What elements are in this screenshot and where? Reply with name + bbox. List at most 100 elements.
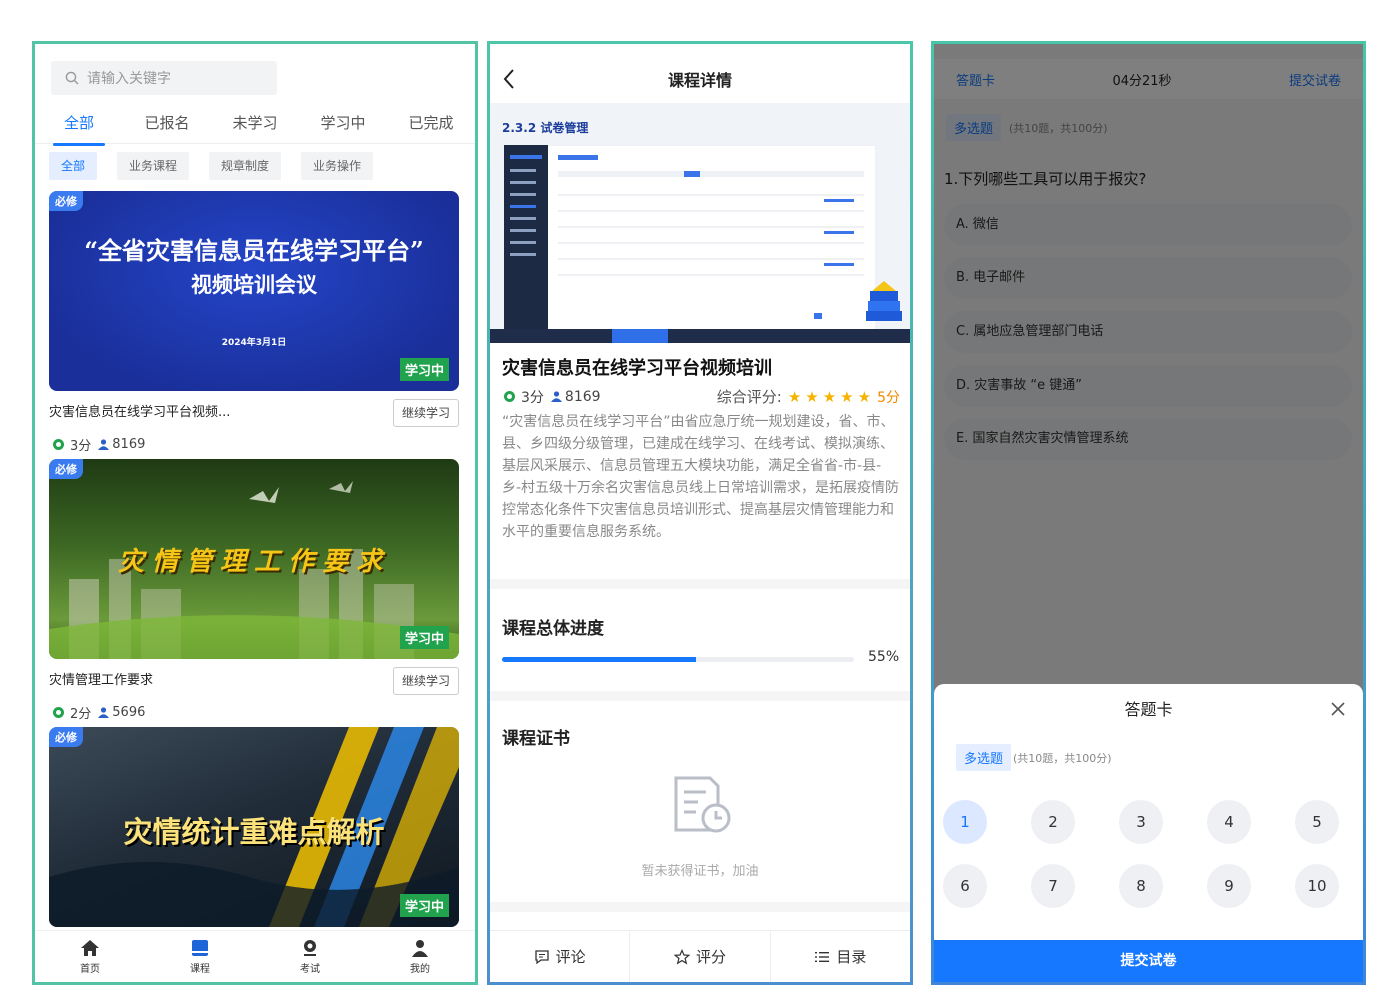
course-card-banner[interactable]: 灾情统计重难点解析 必修 学习中 [49, 727, 459, 927]
banner-date: 2024年3月1日 [221, 338, 287, 348]
list-icon [815, 951, 830, 962]
status-badge: 学习中 [399, 626, 449, 649]
continue-learning-button[interactable]: 继续学习 [393, 399, 459, 427]
course-cover: 2.3.2 试卷管理 [490, 103, 910, 343]
status-tabs: 全部 已报名 未学习 学习中 已完成 [35, 106, 475, 146]
answer-sheet-title: 答题卡 [1124, 700, 1173, 719]
banner-title: “全省灾害信息员在线学习平台” [84, 236, 424, 265]
question-type-badge: 多选题 [956, 744, 1012, 771]
score-icon [53, 439, 64, 450]
course-learners: 8169 [564, 388, 601, 405]
course-icon [192, 939, 208, 956]
category-all[interactable]: 全部 [49, 152, 98, 180]
rating-label: 综合评分: [716, 388, 782, 406]
course-meta: 3分 8169 综合评分: ★★★★★ 5分 [504, 386, 900, 407]
course-meta: 3分 8169 [53, 435, 145, 454]
banner-title: 灾情统计重难点解析 [123, 815, 385, 849]
progress-value: 55% [868, 649, 900, 665]
course-score: 2分 [70, 707, 92, 722]
progress-section-title: 课程总体进度 [502, 619, 604, 639]
tab-in-progress[interactable]: 学习中 [299, 106, 387, 143]
banner-subtitle: 视频培训会议 [191, 272, 317, 297]
comment-label: 评论 [555, 948, 586, 966]
back-arrow-icon[interactable] [502, 68, 516, 90]
comment-icon [535, 949, 549, 964]
users-icon [98, 439, 110, 450]
divider [490, 902, 910, 912]
course-title[interactable]: 灾害信息员在线学习平台视频... [49, 401, 230, 420]
exam-screen: 答题卡 04分21秒 提交试卷 多选题 (共10题，共100分) 1.下列哪些工… [931, 41, 1366, 985]
question-number-8[interactable]: 8 [1119, 864, 1163, 908]
cover-caption: 2.3.2 试卷管理 [502, 121, 589, 135]
nav-courses[interactable]: 课程 [145, 931, 255, 982]
tab-completed[interactable]: 已完成 [387, 106, 475, 143]
nav-label: 课程 [190, 963, 210, 975]
question-number-6[interactable]: 6 [943, 864, 987, 908]
question-number-5[interactable]: 5 [1295, 800, 1339, 844]
tab-enrolled[interactable]: 已报名 [123, 106, 211, 143]
course-title: 灾害信息员在线学习平台视频培训 [502, 358, 772, 379]
course-score: 3分 [521, 389, 544, 406]
screenshot-illustration [504, 145, 876, 333]
user-icon [412, 939, 428, 957]
course-learners: 5696 [112, 705, 146, 720]
question-number-1[interactable]: 1 [943, 800, 987, 844]
category-filters: 全部 业务课程 规章制度 业务操作 [49, 152, 374, 180]
nav-label: 我的 [410, 963, 430, 975]
certificate-icon [674, 776, 731, 833]
search-input[interactable]: 请输入关键字 [51, 61, 277, 95]
course-description: “灾害信息员在线学习平台”由省应急厅统一规划建设，省、市、县、乡四级分级管理，已… [502, 414, 900, 540]
answer-sheet-modal: 答题卡 多选题 (共10题，共100分) 1 2 3 4 5 6 7 8 9 1… [934, 684, 1363, 982]
question-number-3[interactable]: 3 [1119, 800, 1163, 844]
tab-not-started[interactable]: 未学习 [211, 106, 299, 143]
certificate-empty-text: 暂未获得证书，加油 [641, 864, 759, 879]
catalog-button[interactable]: 目录 [771, 931, 910, 982]
rating-stars: ★★★★★ [787, 387, 876, 406]
question-number-9[interactable]: 9 [1207, 864, 1251, 908]
required-badge: 必修 [49, 191, 83, 211]
home-icon [81, 939, 99, 956]
question-number-10[interactable]: 10 [1295, 864, 1339, 908]
progress-bar [502, 657, 854, 662]
course-detail-screen: 课程详情 2.3.2 试卷管理 灾害信息员在线学习平台视频培训 3分 8169 … [487, 41, 913, 985]
comment-button[interactable]: 评论 [490, 931, 631, 982]
category-business-operation[interactable]: 业务操作 [301, 152, 374, 180]
rating-value: 5分 [877, 389, 900, 406]
course-card-banner[interactable]: “全省灾害信息员在线学习平台” 视频培训会议 2024年3月1日 必修 学习中 [49, 191, 459, 391]
search-placeholder: 请输入关键字 [87, 71, 171, 87]
divider [490, 691, 910, 701]
banner-title: 灾情管理工作要求 [117, 547, 390, 577]
page-title: 课程详情 [667, 71, 732, 90]
progress-fill [502, 657, 696, 662]
course-learners: 8169 [112, 437, 146, 452]
course-title[interactable]: 灾情管理工作要求 [49, 669, 153, 688]
tab-all[interactable]: 全部 [35, 106, 123, 146]
course-card-banner[interactable]: 灾情管理工作要求 必修 学习中 [49, 459, 459, 659]
divider [490, 579, 910, 589]
required-badge: 必修 [49, 459, 83, 479]
status-badge: 学习中 [399, 358, 449, 381]
users-icon [550, 391, 562, 402]
nav-exams[interactable]: 考试 [255, 931, 365, 982]
category-regulations[interactable]: 规章制度 [209, 152, 282, 180]
question-number-grid: 1 2 3 4 5 6 7 8 9 10 [943, 800, 1355, 908]
question-number-4[interactable]: 4 [1207, 800, 1251, 844]
certificate-section-title: 课程证书 [502, 729, 570, 749]
close-icon[interactable] [1331, 702, 1345, 716]
nav-profile[interactable]: 我的 [365, 931, 475, 982]
question-number-2[interactable]: 2 [1031, 800, 1075, 844]
question-number-7[interactable]: 7 [1031, 864, 1075, 908]
category-business-course[interactable]: 业务课程 [117, 152, 190, 180]
status-badge: 学习中 [399, 894, 449, 917]
sheet-type-row: 多选题 (共10题，共100分) [956, 744, 1112, 771]
detail-action-bar: 评论 评分 目录 [490, 930, 910, 982]
users-icon [98, 707, 110, 718]
course-score: 3分 [70, 439, 92, 454]
submit-exam-button[interactable]: 提交试卷 [934, 940, 1363, 982]
course-list-screen: 请输入关键字 全部 已报名 未学习 学习中 已完成 全部 业务课程 规章制度 业… [32, 41, 478, 985]
course-meta: 2分 5696 [53, 703, 145, 722]
nav-home[interactable]: 首页 [35, 931, 145, 982]
continue-learning-button[interactable]: 继续学习 [393, 667, 459, 695]
books-icon [866, 281, 902, 321]
rate-button[interactable]: 评分 [630, 931, 771, 982]
